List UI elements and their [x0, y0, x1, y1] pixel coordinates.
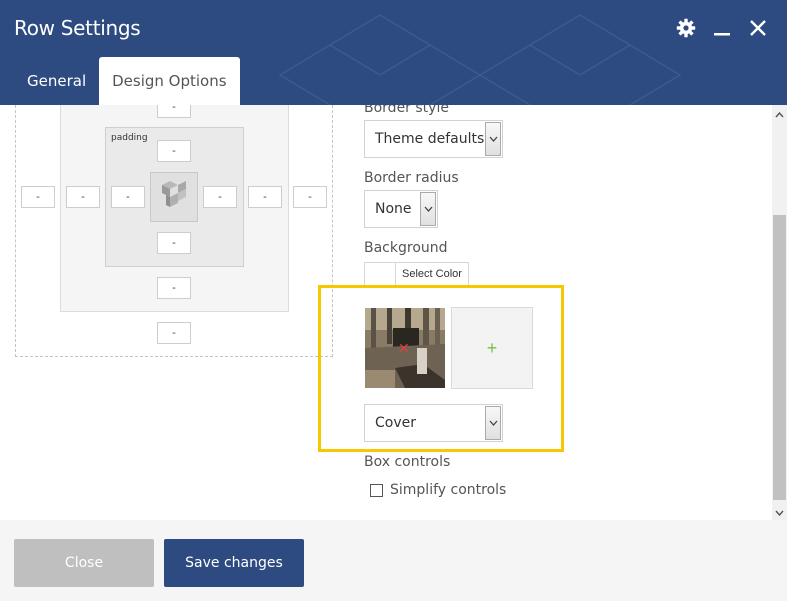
chevron-down-icon	[485, 406, 501, 440]
border-right-input[interactable]: -	[248, 186, 282, 208]
background-color-swatch[interactable]	[364, 262, 396, 286]
builder-logo-icon	[150, 172, 198, 222]
border-bottom-input[interactable]: -	[157, 277, 191, 299]
background-label: Background	[364, 240, 448, 256]
border-radius-label: Border radius	[364, 170, 459, 186]
background-size-select[interactable]: Cover	[364, 404, 503, 442]
tab-bar: General Design Options	[14, 57, 240, 105]
margin-right-input[interactable]: -	[293, 186, 327, 208]
save-changes-button[interactable]: Save changes	[164, 539, 304, 587]
scrollbar-thumb[interactable]	[773, 215, 786, 500]
chevron-down-icon	[485, 122, 501, 156]
margin-left-input[interactable]: -	[21, 186, 55, 208]
border-radius-select[interactable]: None	[364, 190, 438, 228]
tab-general[interactable]: General	[14, 57, 99, 105]
add-image-button[interactable]: +	[451, 307, 533, 389]
scrollbar[interactable]	[772, 105, 787, 520]
border-style-value: Theme defaults	[375, 131, 485, 147]
simplify-controls-label: Simplify controls	[390, 482, 507, 498]
padding-right-input[interactable]: -	[203, 186, 237, 208]
box-controls-label: Box controls	[364, 454, 451, 470]
simplify-controls-checkbox[interactable]	[370, 483, 383, 497]
simplify-controls-option[interactable]: Simplify controls	[370, 482, 506, 498]
scroll-down-arrow-icon[interactable]	[772, 505, 787, 520]
border-left-input[interactable]: -	[66, 186, 100, 208]
close-icon[interactable]	[747, 17, 769, 39]
background-size-value: Cover	[375, 415, 416, 431]
padding-label: padding	[111, 133, 148, 143]
background-image-thumbnail[interactable]: ✕	[365, 308, 445, 388]
remove-image-icon[interactable]: ✕	[398, 342, 410, 356]
padding-top-input[interactable]: -	[157, 140, 191, 162]
select-color-button[interactable]: Select Color	[395, 262, 469, 286]
padding-left-input[interactable]: -	[111, 186, 145, 208]
plus-icon: +	[486, 337, 498, 358]
border-style-label: Border style	[364, 105, 449, 116]
chevron-down-icon	[420, 192, 436, 226]
border-radius-value: None	[375, 201, 412, 217]
modal-footer: Close Save changes	[0, 520, 787, 601]
close-button[interactable]: Close	[14, 539, 154, 587]
border-style-select[interactable]: Theme defaults	[364, 120, 503, 158]
modal-content: padding - - - - - - - - - - - Border sty…	[0, 105, 787, 520]
scroll-up-arrow-icon[interactable]	[772, 107, 787, 122]
gear-icon[interactable]	[675, 17, 697, 39]
minimize-icon[interactable]	[711, 17, 733, 39]
modal-title: Row Settings	[14, 16, 141, 40]
margin-bottom-input[interactable]: -	[157, 322, 191, 344]
modal-header: Row Settings General Design Options	[0, 0, 787, 105]
padding-bottom-input[interactable]: -	[157, 232, 191, 254]
border-top-input[interactable]: -	[157, 105, 191, 118]
tab-design-options[interactable]: Design Options	[99, 57, 240, 105]
